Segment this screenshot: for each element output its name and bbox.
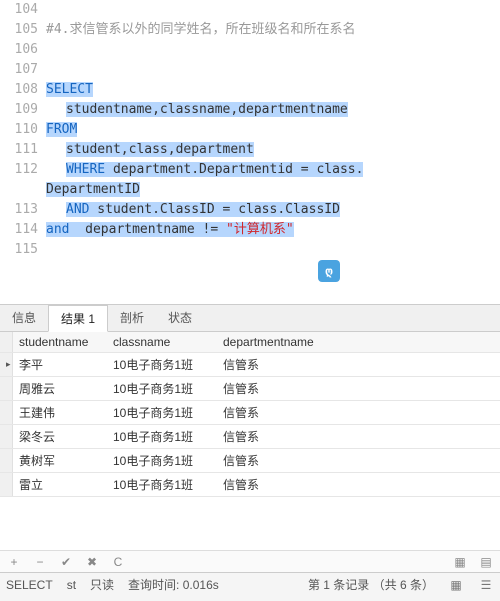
line-number: 109 bbox=[0, 100, 46, 120]
table-row[interactable]: 李平10电子商务1班信管系 bbox=[0, 353, 500, 377]
status-record: 第 1 条记录 （共 6 条） bbox=[308, 576, 434, 593]
code-line[interactable]: 112WHERE department.Departmentid = class… bbox=[0, 160, 500, 200]
code-content[interactable]: AND student.ClassID = class.ClassID bbox=[46, 200, 500, 220]
table-cell[interactable]: 周雅云 bbox=[13, 377, 107, 400]
table-cell[interactable]: 王建伟 bbox=[13, 401, 107, 424]
code-content[interactable]: #4.求信管系以外的同学姓名，所在班级名和所在系名 bbox=[46, 20, 500, 40]
list-mode-icon[interactable]: ☰ bbox=[478, 577, 494, 593]
status-st: st bbox=[67, 578, 76, 592]
code-line[interactable]: 104 bbox=[0, 0, 500, 20]
table-row[interactable]: 梁冬云10电子商务1班信管系 bbox=[0, 425, 500, 449]
column-header[interactable]: classname bbox=[107, 332, 217, 352]
table-cell[interactable]: 黄树军 bbox=[13, 449, 107, 472]
status-stmt: SELECT bbox=[6, 578, 53, 592]
table-cell[interactable]: 信管系 bbox=[217, 425, 500, 448]
add-row-icon[interactable]: + bbox=[6, 554, 22, 570]
table-row[interactable]: 雷立10电子商务1班信管系 bbox=[0, 473, 500, 497]
table-cell[interactable]: 信管系 bbox=[217, 353, 500, 376]
form-view-icon[interactable]: ▤ bbox=[478, 554, 494, 570]
line-number: 112 bbox=[0, 160, 46, 200]
table-cell[interactable]: 10电子商务1班 bbox=[107, 449, 217, 472]
line-number: 115 bbox=[0, 240, 46, 260]
line-number: 110 bbox=[0, 120, 46, 140]
code-content[interactable]: studentname,classname,departmentname bbox=[46, 100, 500, 120]
line-number: 113 bbox=[0, 200, 46, 220]
column-header[interactable]: studentname bbox=[13, 332, 107, 352]
code-content[interactable] bbox=[46, 0, 500, 20]
code-line[interactable]: 115 bbox=[0, 240, 500, 260]
code-line[interactable]: 107 bbox=[0, 60, 500, 80]
code-line[interactable]: 108SELECT bbox=[0, 80, 500, 100]
grid-view-icon[interactable]: ▦ bbox=[452, 554, 468, 570]
code-line[interactable]: 106 bbox=[0, 40, 500, 60]
code-line[interactable]: 109studentname,classname,departmentname bbox=[0, 100, 500, 120]
status-query-time: 查询时间: 0.016s bbox=[128, 576, 219, 593]
cancel-icon[interactable]: ✖ bbox=[84, 554, 100, 570]
code-content[interactable] bbox=[46, 240, 500, 260]
code-content[interactable]: student,class,department bbox=[46, 140, 500, 160]
status-mode: 只读 bbox=[90, 576, 114, 593]
table-cell[interactable]: 10电子商务1班 bbox=[107, 401, 217, 424]
line-number: 106 bbox=[0, 40, 46, 60]
line-number: 105 bbox=[0, 20, 46, 40]
code-content[interactable]: WHERE department.Departmentid = class.De… bbox=[46, 160, 500, 200]
code-line[interactable]: 110FROM bbox=[0, 120, 500, 140]
code-content[interactable]: FROM bbox=[46, 120, 500, 140]
column-header[interactable]: departmentname bbox=[217, 332, 500, 352]
apply-icon[interactable]: ✔ bbox=[58, 554, 74, 570]
line-number: 108 bbox=[0, 80, 46, 100]
grid-toolbar: + − ✔ ✖ C ▦ ▤ bbox=[0, 550, 500, 572]
line-number: 111 bbox=[0, 140, 46, 160]
code-content[interactable] bbox=[46, 40, 500, 60]
table-cell[interactable]: 10电子商务1班 bbox=[107, 425, 217, 448]
tab-3[interactable]: 状态 bbox=[156, 305, 204, 331]
table-row[interactable]: 王建伟10电子商务1班信管系 bbox=[0, 401, 500, 425]
table-cell[interactable]: 李平 bbox=[13, 353, 107, 376]
table-cell[interactable]: 雷立 bbox=[13, 473, 107, 496]
table-cell[interactable]: 10电子商务1班 bbox=[107, 377, 217, 400]
line-number: 104 bbox=[0, 0, 46, 20]
delete-row-icon[interactable]: − bbox=[32, 554, 48, 570]
table-row[interactable]: 黄树军10电子商务1班信管系 bbox=[0, 449, 500, 473]
code-content[interactable]: SELECT bbox=[46, 80, 500, 100]
tab-1[interactable]: 结果 1 bbox=[48, 305, 108, 332]
code-content[interactable] bbox=[46, 60, 500, 80]
table-cell[interactable]: 梁冬云 bbox=[13, 425, 107, 448]
line-number: 114 bbox=[0, 220, 46, 240]
tab-0[interactable]: 信息 bbox=[0, 305, 48, 331]
grid-header: studentnameclassnamedepartmentname bbox=[0, 332, 500, 353]
code-line[interactable]: 114and departmentname != "计算机系" bbox=[0, 220, 500, 240]
table-cell[interactable]: 信管系 bbox=[217, 473, 500, 496]
grid-mode-icon[interactable]: ▦ bbox=[448, 577, 464, 593]
result-tabs: 信息结果 1剖析状态 bbox=[0, 305, 500, 332]
code-content[interactable]: and departmentname != "计算机系" bbox=[46, 220, 500, 240]
refresh-icon[interactable]: C bbox=[110, 554, 126, 570]
table-cell[interactable]: 信管系 bbox=[217, 401, 500, 424]
table-row[interactable]: 周雅云10电子商务1班信管系 bbox=[0, 377, 500, 401]
table-cell[interactable]: 10电子商务1班 bbox=[107, 473, 217, 496]
sql-editor[interactable]: 104105#4.求信管系以外的同学姓名，所在班级名和所在系名106107108… bbox=[0, 0, 500, 305]
line-number: 107 bbox=[0, 60, 46, 80]
status-bar: SELECT st 只读 查询时间: 0.016s 第 1 条记录 （共 6 条… bbox=[0, 572, 500, 596]
table-cell[interactable]: 信管系 bbox=[217, 377, 500, 400]
table-cell[interactable]: 信管系 bbox=[217, 449, 500, 472]
result-grid[interactable]: studentnameclassnamedepartmentname李平10电子… bbox=[0, 332, 500, 550]
table-cell[interactable]: 10电子商务1班 bbox=[107, 353, 217, 376]
code-line[interactable]: 113AND student.ClassID = class.ClassID bbox=[0, 200, 500, 220]
code-line[interactable]: 111student,class,department bbox=[0, 140, 500, 160]
code-line[interactable]: 105#4.求信管系以外的同学姓名，所在班级名和所在系名 bbox=[0, 20, 500, 40]
ime-indicator-icon: ღ bbox=[318, 260, 340, 282]
tab-2[interactable]: 剖析 bbox=[108, 305, 156, 331]
